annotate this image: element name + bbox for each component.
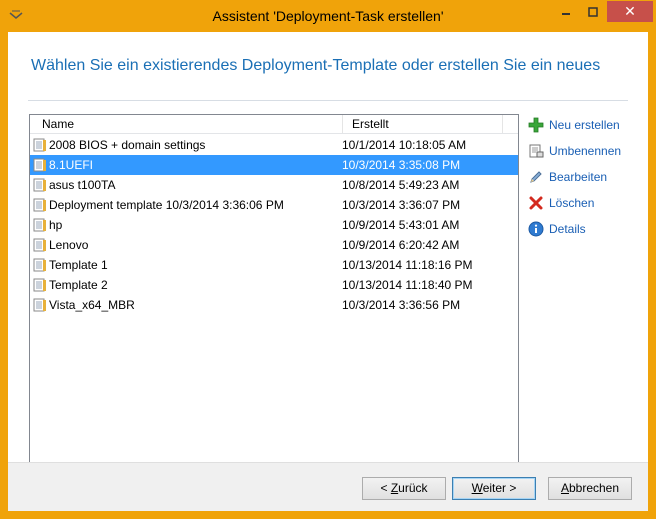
- template-icon: [33, 198, 47, 212]
- template-row[interactable]: Template 1 10/13/2014 11:18:16 PM: [30, 255, 518, 275]
- template-row[interactable]: Template 2 10/13/2014 11:18:40 PM: [30, 275, 518, 295]
- template-created: 10/3/2014 3:36:07 PM: [342, 198, 461, 212]
- close-icon: ✕: [624, 3, 636, 19]
- info-icon: [528, 221, 544, 237]
- next-button-accesskey: W: [471, 481, 483, 495]
- cancel-button[interactable]: Abbrechen: [548, 477, 632, 500]
- template-row[interactable]: hp 10/9/2014 5:43:01 AM: [30, 215, 518, 235]
- back-button-label: urück: [398, 481, 428, 495]
- template-list[interactable]: Name Erstellt 2008 BIOS + domain setting…: [29, 114, 519, 471]
- action-label[interactable]: Details: [549, 222, 586, 236]
- template-row[interactable]: 8.1UEFI 10/3/2014 3:35:08 PM: [30, 155, 518, 175]
- close-button[interactable]: ✕: [607, 1, 653, 22]
- rename-icon: [528, 143, 544, 159]
- template-name: Vista_x64_MBR: [49, 298, 135, 312]
- next-button[interactable]: Weiter >: [452, 477, 536, 500]
- template-icon: [33, 278, 47, 292]
- maximize-button[interactable]: [580, 1, 606, 22]
- template-created: 10/13/2014 11:18:40 PM: [342, 278, 473, 292]
- template-name: asus t100TA: [49, 178, 116, 192]
- action-label[interactable]: Bearbeiten: [549, 170, 607, 184]
- template-row[interactable]: Lenovo 10/9/2014 6:20:42 AM: [30, 235, 518, 255]
- button-bar: < Zurück Weiter > Abbrechen: [8, 462, 648, 511]
- header-separator: [28, 100, 628, 101]
- template-icon: [33, 298, 47, 312]
- template-row[interactable]: Vista_x64_MBR 10/3/2014 3:36:56 PM: [30, 295, 518, 315]
- template-icon: [33, 138, 47, 152]
- template-created: 10/8/2014 5:49:23 AM: [342, 178, 460, 192]
- title-bar[interactable]: Assistent 'Deployment-Task erstellen' ✕: [1, 1, 655, 32]
- template-created: 10/3/2014 3:35:08 PM: [342, 158, 461, 172]
- template-icon: [33, 218, 47, 232]
- column-header-name[interactable]: Name: [42, 115, 74, 133]
- template-icon: [33, 178, 47, 192]
- plus-icon: [528, 117, 544, 133]
- wizard-page: Wählen Sie ein existierendes Deployment-…: [8, 32, 648, 511]
- back-button[interactable]: < Zurück: [362, 477, 446, 500]
- action-label[interactable]: Löschen: [549, 196, 594, 210]
- pencil-icon: [528, 169, 544, 185]
- template-name: Deployment template 10/3/2014 3:36:06 PM: [49, 198, 284, 212]
- template-created: 10/9/2014 6:20:42 AM: [342, 238, 460, 252]
- template-name: Template 1: [49, 258, 108, 272]
- column-divider[interactable]: [342, 115, 343, 133]
- back-button-prefix: <: [380, 481, 391, 495]
- template-row[interactable]: Deployment template 10/3/2014 3:36:06 PM…: [30, 195, 518, 215]
- page-heading: Wählen Sie ein existierendes Deployment-…: [31, 57, 601, 74]
- minimize-icon: [562, 12, 570, 15]
- template-name: 2008 BIOS + domain settings: [49, 138, 206, 152]
- wizard-window: Assistent 'Deployment-Task erstellen' ✕ …: [0, 0, 656, 519]
- template-icon: [33, 238, 47, 252]
- template-name: Lenovo: [49, 238, 89, 252]
- action-label[interactable]: Umbenennen: [549, 144, 621, 158]
- template-created: 10/3/2014 3:36:56 PM: [342, 298, 461, 312]
- maximize-icon: [588, 6, 598, 17]
- template-created: 10/13/2014 11:18:16 PM: [342, 258, 473, 272]
- template-name: Template 2: [49, 278, 108, 292]
- template-icon: [33, 158, 47, 172]
- action-label[interactable]: Neu erstellen: [549, 118, 620, 132]
- template-created: 10/9/2014 5:43:01 AM: [342, 218, 460, 232]
- cancel-button-accesskey: A: [560, 481, 569, 495]
- column-divider[interactable]: [502, 115, 503, 133]
- template-name: 8.1UEFI: [49, 158, 94, 172]
- minimize-button[interactable]: [553, 1, 579, 22]
- next-button-label: eiter >: [482, 481, 517, 495]
- template-row[interactable]: asus t100TA 10/8/2014 5:49:23 AM: [30, 175, 518, 195]
- template-name: hp: [49, 218, 63, 232]
- template-row[interactable]: 2008 BIOS + domain settings 10/1/2014 10:…: [30, 135, 518, 155]
- list-header: Name Erstellt: [30, 115, 518, 134]
- template-icon: [33, 258, 47, 272]
- cancel-button-label: bbrechen: [568, 481, 620, 495]
- delete-icon: [528, 195, 544, 211]
- column-header-created[interactable]: Erstellt: [352, 115, 389, 133]
- list-rows: 2008 BIOS + domain settings 10/1/2014 10:…: [30, 135, 518, 315]
- template-created: 10/1/2014 10:18:05 AM: [342, 138, 467, 152]
